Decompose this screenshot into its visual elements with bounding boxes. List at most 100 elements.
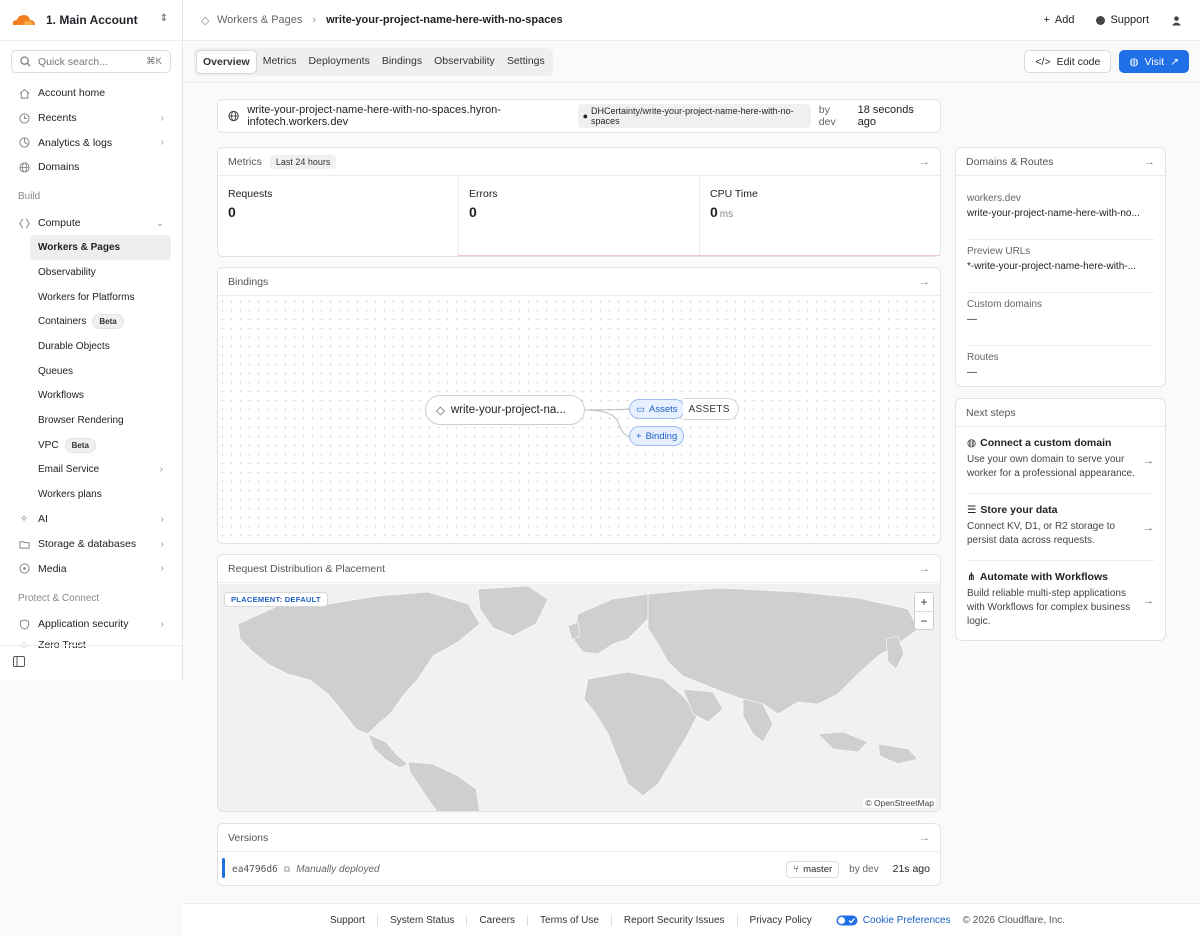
nav-section-build: Build (18, 191, 41, 203)
metrics-title: Metrics (228, 155, 262, 168)
sidebar-item-recents[interactable]: Recents › (0, 106, 182, 131)
chevron-updown-icon: ⇕ (159, 13, 169, 24)
add-binding-button[interactable]: + Binding (629, 426, 685, 446)
chevron-right-icon: › (160, 618, 164, 630)
account-name: 1. Main Account (46, 13, 138, 27)
domains-routes-card: Domains & Routes → workers.dev write-your… (955, 147, 1166, 387)
top-header: ◇ Workers & Pages › write-your-project-n… (183, 0, 1200, 41)
tab-metrics[interactable]: Metrics (257, 50, 303, 74)
beta-badge: Beta (92, 314, 124, 330)
sidebar-item-workflows[interactable]: Workflows (30, 384, 171, 409)
tab-observability[interactable]: Observability (428, 50, 501, 74)
metric-errors: Errors 0 (459, 176, 700, 256)
sidebar-item-analytics[interactable]: Analytics & logs › (0, 130, 182, 155)
sidebar-item-media[interactable]: Media › (0, 556, 182, 581)
arrow-right-icon: → (919, 831, 930, 844)
workflow-icon: ⋔ (967, 571, 976, 583)
domain-custom-domains: Custom domains — (967, 293, 1154, 346)
sidebar-item-vpc[interactable]: VPC Beta (30, 433, 171, 458)
breadcrumb-parent[interactable]: Workers & Pages (217, 14, 302, 26)
domain-workers-dev: workers.dev write-your-project-name-here-… (967, 187, 1154, 240)
metric-cpu-time: CPU Time 0 ms (710, 188, 758, 220)
sidebar-item-zero-trust[interactable]: ◌ Zero Trust (0, 637, 182, 651)
worker-url-link[interactable]: write-your-project-name-here-with-no-spa… (247, 104, 577, 128)
footer-link-privacy[interactable]: Privacy Policy (738, 915, 824, 926)
quick-search-input[interactable]: Quick search... ⌘K (11, 50, 171, 73)
assets-binding-node[interactable]: ▭ Assets ASSETS (629, 398, 739, 420)
compute-icon (18, 217, 30, 229)
search-icon (20, 56, 31, 67)
tab-overview[interactable]: Overview (196, 49, 257, 74)
globe-icon: ◍ (967, 437, 977, 449)
home-icon (18, 87, 30, 99)
repo-badge[interactable]: ● DHCertainty/write-your-project-name-her… (577, 104, 811, 128)
nav-section-protect: Protect & Connect (18, 592, 100, 604)
chevron-down-icon: ⌄ (155, 217, 164, 229)
worker-node[interactable]: ◇ write-your-project-na... (425, 395, 585, 425)
footer-link-terms[interactable]: Terms of Use (528, 914, 612, 926)
branch-badge: ⑂ master (786, 860, 840, 878)
breadcrumb: ◇ Workers & Pages › write-your-project-n… (201, 14, 563, 27)
page-footer: Support System Status Careers Terms of U… (183, 903, 1200, 936)
copy-icon[interactable]: ⧉ (284, 864, 290, 875)
bindings-header[interactable]: Bindings → (218, 268, 940, 296)
account-switcher[interactable]: 1. Main Account ⇕ (0, 0, 182, 41)
arrow-right-icon: → (1143, 455, 1154, 467)
version-row[interactable]: ea4796d6 ⧉ Manually deployed ⑂ master by … (218, 852, 940, 886)
domain-routes: Routes — (967, 352, 999, 378)
user-menu-button[interactable] (1171, 15, 1182, 26)
step-custom-domain[interactable]: ◍ Connect a custom domain Use your own do… (967, 427, 1154, 494)
footer-link-system-status[interactable]: System Status (378, 914, 468, 926)
ai-sparkle-icon: ✧ (19, 513, 29, 526)
footer-cookie-preferences[interactable]: Cookie Preferences (824, 915, 963, 926)
versions-header[interactable]: Versions → (218, 824, 940, 852)
footer-link-careers[interactable]: Careers (467, 914, 529, 926)
sidebar-item-email-service[interactable]: Email Service › (30, 458, 171, 483)
sidebar-item-storage[interactable]: Storage & databases › (0, 532, 182, 557)
tab-bindings[interactable]: Bindings (376, 50, 428, 74)
domains-header[interactable]: Domains & Routes → (956, 148, 1165, 176)
workers-icon: ◇ (201, 14, 210, 27)
sidebar-item-domains[interactable]: Domains (0, 155, 182, 180)
footer-link-support[interactable]: Support (318, 914, 378, 926)
metrics-header[interactable]: Metrics Last 24 hours → (218, 148, 940, 176)
distribution-card: Request Distribution & Placement → PLACE… (217, 554, 941, 812)
visit-button[interactable]: ◍ Visit ↗ (1119, 50, 1189, 73)
distribution-header[interactable]: Request Distribution & Placement → (218, 555, 940, 583)
version-time: 21s ago (892, 863, 930, 875)
sidebar-item-compute[interactable]: Compute ⌄ (0, 211, 182, 236)
add-button[interactable]: + Add (1043, 14, 1074, 26)
footer-copyright: © 2026 Cloudflare, Inc. (962, 914, 1066, 926)
arrow-right-icon: → (1143, 595, 1154, 607)
folder-icon: ▭ (636, 403, 645, 415)
code-icon: </> (1035, 55, 1051, 68)
step-store-data[interactable]: ☰ Store your data Connect KV, D1, or R2 s… (967, 494, 1154, 561)
zoom-in-button[interactable]: + (915, 593, 933, 611)
edit-code-button[interactable]: </> Edit code (1024, 50, 1112, 73)
sidebar-item-ai[interactable]: ✧ AI › (0, 507, 182, 532)
world-map[interactable]: PLACEMENT: DEFAULT + − © OpenStreetMap (218, 584, 940, 811)
support-button[interactable]: Support (1096, 14, 1149, 26)
tab-settings[interactable]: Settings (501, 50, 551, 74)
sidebar-collapse-icon[interactable] (13, 656, 25, 667)
beta-badge: Beta (64, 437, 96, 453)
map-attribution[interactable]: © OpenStreetMap (863, 798, 936, 808)
sidebar-item-workers-plans[interactable]: Workers plans (30, 482, 171, 507)
step-workflows[interactable]: ⋔ Automate with Workflows Build reliable … (967, 561, 1154, 641)
sidebar-item-account-home[interactable]: Account home (0, 81, 182, 106)
worker-url-card: write-your-project-name-here-with-no-spa… (217, 99, 941, 133)
zoom-out-button[interactable]: − (915, 611, 933, 629)
footer-link-security[interactable]: Report Security Issues (612, 914, 738, 926)
tab-deployments[interactable]: Deployments (303, 50, 376, 74)
analytics-icon (18, 137, 30, 149)
sidebar-item-queues[interactable]: Queues (30, 359, 171, 384)
globe-icon (228, 110, 239, 122)
sidebar-item-application-security[interactable]: Application security › (0, 612, 182, 637)
sidebar-item-durable-objects[interactable]: Durable Objects (30, 334, 171, 359)
next-steps-header: Next steps (956, 399, 1165, 427)
sidebar-item-workers-pages[interactable]: Workers & Pages (30, 235, 171, 261)
sidebar-item-observability[interactable]: Observability (30, 260, 171, 285)
sidebar-item-workers-for-platforms[interactable]: Workers for Platforms (30, 285, 171, 310)
sidebar-item-browser-rendering[interactable]: Browser Rendering (30, 408, 171, 433)
sidebar-item-containers[interactable]: Containers Beta (30, 310, 171, 335)
